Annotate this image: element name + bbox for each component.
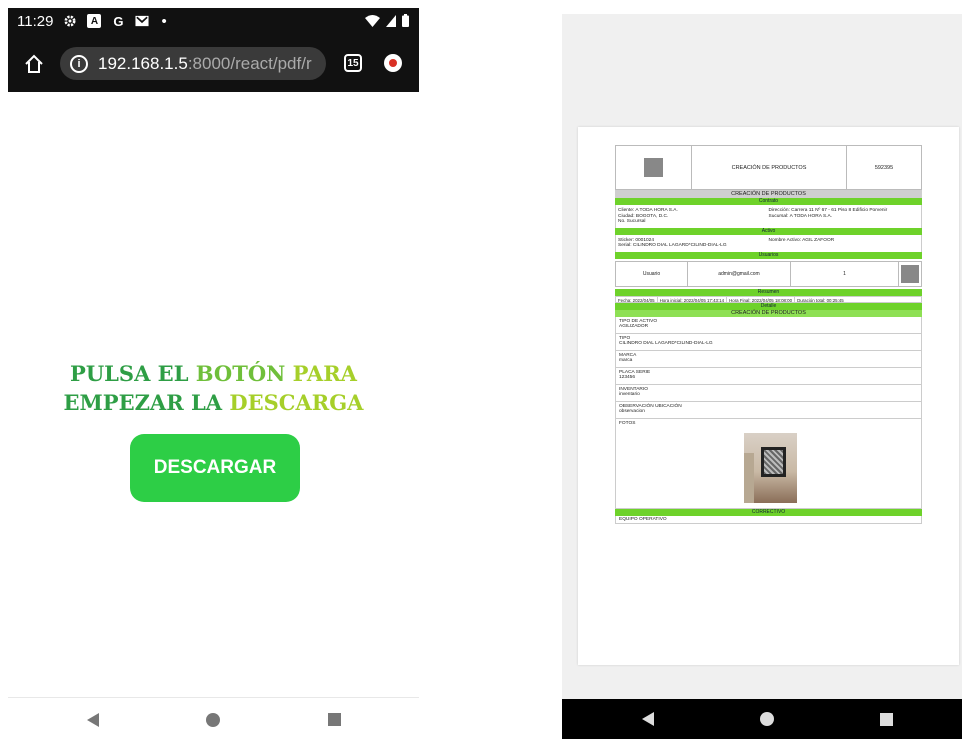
download-prompt-heading: PULSA EL BOTÓN PARA EMPEZAR LA DESCARGA xyxy=(8,359,419,417)
contract-line: Sucursal: A TODA HORA S.A. xyxy=(768,213,833,219)
detail-field: TIPO DE ACTIVO AGILIZADOR xyxy=(615,316,922,334)
active-line: Serial: CILINDRO DIAL LAGARD*CILIND-DIAL… xyxy=(618,243,727,249)
gmail-icon xyxy=(135,14,149,28)
heading-text: EMPEZAR LA xyxy=(63,390,230,415)
recent-apps-icon[interactable] xyxy=(880,713,893,726)
heading-text: PULSA EL xyxy=(70,361,196,386)
system-nav-bar-dark xyxy=(562,699,962,739)
heading-line-2: EMPEZAR LA DESCARGA xyxy=(8,388,419,417)
battery-icon xyxy=(402,14,409,31)
heading-text: BOTÓN xyxy=(195,361,293,386)
browser-toolbar: i 192.168.1.5 :8000/react/pdf/r 15 xyxy=(8,34,419,92)
signal-icon xyxy=(386,14,396,31)
section-title: CREACIÓN DE PRODUCTOS xyxy=(615,190,922,198)
photos-label: FOTOS xyxy=(619,420,636,426)
phone-browser-screen: 11:29 A G • i 192.168.1.5 :8000/react/pd… xyxy=(8,8,419,739)
address-bar[interactable]: i 192.168.1.5 :8000/react/pdf/r xyxy=(60,47,326,80)
update-icon[interactable] xyxy=(384,54,402,72)
wifi-icon xyxy=(365,14,380,31)
summary-start: Hora inicial: 2022/04/05 17:43:14 xyxy=(658,296,728,303)
gear-icon xyxy=(63,14,77,28)
field-value: CILINDRO DIAL LAGARD*CILIND-DIAL-LG xyxy=(619,341,713,347)
back-icon[interactable] xyxy=(87,713,99,727)
contract-line: No. Sucursal xyxy=(618,219,646,225)
field-value: AGILIZADOR xyxy=(619,324,649,330)
contract-info: Cliente: A TODA HORA S.A. Ciudad: BOGOTA… xyxy=(615,205,922,228)
detail-field: MARCA marca xyxy=(615,350,922,368)
detail-field: OBSERVACIÓN UBICACIÓN observacion xyxy=(615,401,922,419)
download-button[interactable]: DESCARGAR xyxy=(130,434,300,502)
detail-bar: Detalle xyxy=(615,302,922,310)
pdf-page[interactable]: CREACIÓN DE PRODUCTOS 592395 CREACIÓN DE… xyxy=(578,127,959,665)
detail-field: TIPO CILINDRO DIAL LAGARD*CILIND-DIAL-LG xyxy=(615,333,922,351)
pdf-viewer-screen: CREACIÓN DE PRODUCTOS 592395 CREACIÓN DE… xyxy=(562,14,962,739)
field-value: 123456 xyxy=(619,375,636,381)
summary-bar: Resumen xyxy=(615,288,922,296)
home-nav-icon[interactable] xyxy=(760,712,774,726)
tab-switcher-button[interactable]: 15 xyxy=(344,54,362,72)
a-icon: A xyxy=(87,14,102,28)
summary-row: Fecha: 2022/04/05 Hora inicial: 2022/04/… xyxy=(615,295,922,303)
active-bar: Activo xyxy=(615,227,922,235)
corrective-value: EQUIPO OPERATIVO xyxy=(615,515,922,524)
room-photo xyxy=(744,432,797,503)
user-email: admin@gmail.com xyxy=(688,261,791,286)
heading-line-1: PULSA EL BOTÓN PARA xyxy=(8,359,419,388)
users-row: Usuario admin@gmail.com 1 xyxy=(615,260,922,287)
users-bar: Usuarios xyxy=(615,251,922,259)
summary-end: Hora Final: 2022/04/05 18:08:00 xyxy=(727,296,796,303)
summary-duration: Duración total: 00:25:45 xyxy=(797,297,844,303)
home-icon[interactable] xyxy=(24,54,44,74)
logo-placeholder xyxy=(616,146,692,189)
recent-apps-icon[interactable] xyxy=(328,713,341,726)
notification-dot: • xyxy=(161,12,167,30)
detail-field: INVENTARIO inventario xyxy=(615,384,922,402)
corrective-bar: CORRECTIVO xyxy=(615,508,922,516)
pdf-header-title: CREACIÓN DE PRODUCTOS xyxy=(692,146,847,189)
user-id: 1 xyxy=(791,261,899,286)
url-path: :8000/react/pdf/r xyxy=(187,53,312,73)
field-value: inventario xyxy=(619,392,640,398)
contract-bar: Contrato xyxy=(615,198,922,205)
summary-date: Fecha: 2022/04/05 xyxy=(616,296,658,303)
back-icon[interactable] xyxy=(642,712,654,726)
photos-section: FOTOS xyxy=(615,418,922,509)
home-nav-icon[interactable] xyxy=(206,713,220,727)
url-host: 192.168.1.5 xyxy=(98,53,188,73)
field-value: observacion xyxy=(619,409,645,415)
google-g-icon: G xyxy=(113,13,124,29)
user-role: Usuario xyxy=(616,261,688,286)
detail-title: CREACIÓN DE PRODUCTOS xyxy=(615,309,922,317)
pdf-document: CREACIÓN DE PRODUCTOS 592395 CREACIÓN DE… xyxy=(615,145,922,524)
heading-text: PARA xyxy=(292,361,357,386)
status-bar: 11:29 A G • xyxy=(8,8,419,34)
detail-field: PLACA SERIE 123456 xyxy=(615,367,922,385)
system-nav-bar xyxy=(8,697,419,739)
active-info: Sticker: 0001024 Serial: CILINDRO DIAL L… xyxy=(615,234,922,252)
signature-placeholder xyxy=(899,262,921,286)
field-value: marca xyxy=(619,358,633,364)
pdf-header: CREACIÓN DE PRODUCTOS 592395 xyxy=(615,145,922,190)
status-time: 11:29 xyxy=(17,12,54,30)
pdf-header-number: 592395 xyxy=(874,164,894,171)
active-line: Nombre Activo: AGIL ZAFOOR xyxy=(768,237,835,243)
info-icon[interactable]: i xyxy=(70,54,88,73)
heading-text: DESCARGA xyxy=(229,390,364,415)
